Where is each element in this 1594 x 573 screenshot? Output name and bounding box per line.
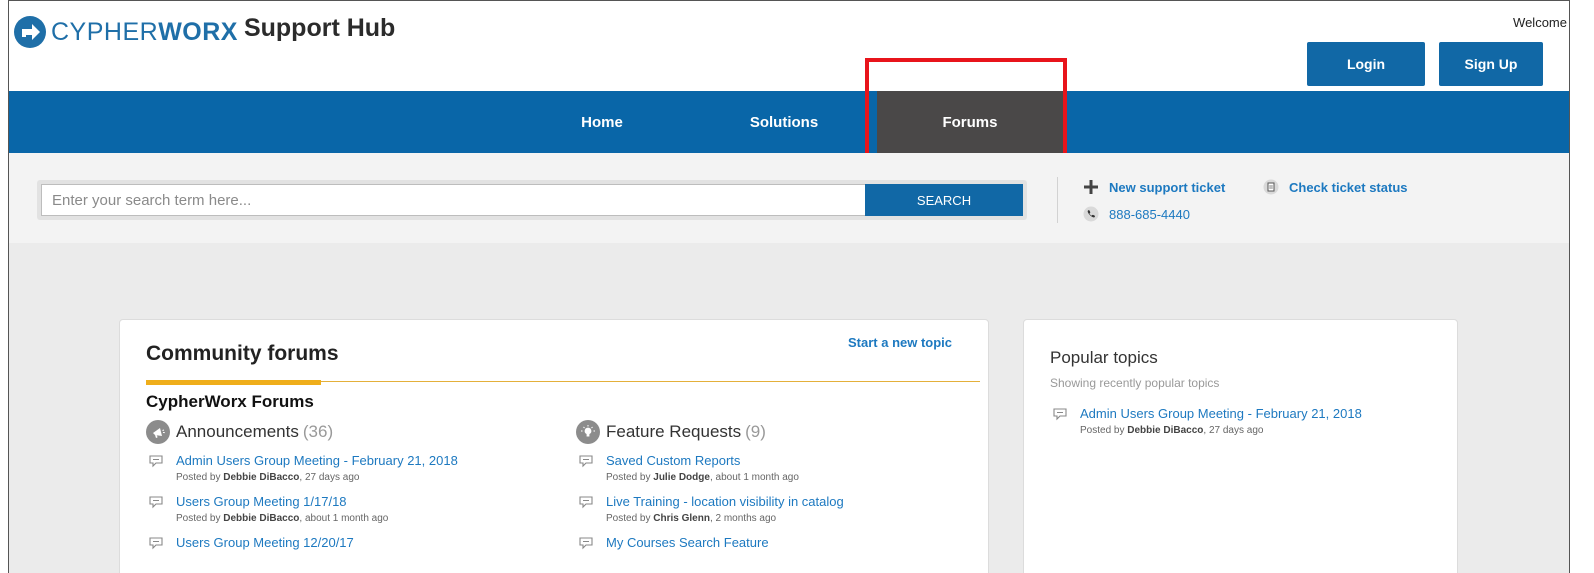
- topic-author: Chris Glenn: [653, 513, 710, 524]
- topic-item: Live Training - location visibility in c…: [576, 494, 976, 526]
- logo[interactable]: CYPHERWORX Support Hub: [13, 13, 396, 49]
- topic-link[interactable]: Admin Users Group Meeting - February 21,…: [176, 453, 546, 469]
- brand-hub: Support Hub: [243, 13, 396, 42]
- comment-icon: [579, 496, 593, 509]
- topic-meta: Posted by Chris Glenn, 2 months ago: [606, 513, 777, 524]
- topic-item: Users Group Meeting 1/17/18 Posted by De…: [146, 494, 546, 526]
- search-band: SEARCH New support ticket Check ticket s…: [9, 153, 1569, 243]
- topic-item: Users Group Meeting 12/20/17: [146, 535, 546, 551]
- plus-icon: [1083, 179, 1099, 195]
- topic-meta: Posted by Debbie DiBacco, about 1 month …: [176, 513, 389, 524]
- search-input[interactable]: [41, 184, 867, 216]
- topic-meta: Posted by Debbie DiBacco, 27 days ago: [176, 472, 360, 483]
- popular-topics-title: Popular topics: [1050, 348, 1158, 367]
- topic-link[interactable]: Live Training - location visibility in c…: [606, 494, 976, 510]
- topic-author: Debbie DiBacco: [1127, 425, 1204, 436]
- cypherworx-logo-icon: [14, 16, 46, 48]
- feature-requests-column: Feature Requests (9) Saved Custom Report…: [576, 420, 976, 551]
- feature-requests-heading[interactable]: Feature Requests (9): [576, 420, 976, 444]
- new-support-ticket-link[interactable]: New support ticket: [1083, 179, 1225, 195]
- topic-link[interactable]: My Courses Search Feature: [606, 535, 976, 551]
- megaphone-icon: [146, 420, 170, 444]
- announcements-heading[interactable]: Announcements (36): [146, 420, 546, 444]
- phone-number[interactable]: 888-685-4440: [1083, 206, 1190, 222]
- comment-icon: [149, 537, 163, 550]
- brand-name: CYPHERWORX: [51, 17, 238, 46]
- topic-meta: Posted by Debbie DiBacco, 27 days ago: [1080, 425, 1264, 436]
- forum-category-title: CypherWorx Forums: [146, 392, 314, 411]
- check-status-label: Check ticket status: [1289, 179, 1408, 195]
- start-new-topic-link[interactable]: Start a new topic: [848, 335, 988, 350]
- announcements-count: (36): [302, 422, 334, 441]
- page-frame: CYPHERWORX Support Hub Welcome Login Sig…: [8, 0, 1570, 573]
- login-button[interactable]: Login: [1307, 42, 1425, 86]
- main-nav: Home Solutions Forums: [9, 91, 1569, 153]
- popular-topic-item: Admin Users Group Meeting - February 21,…: [1050, 406, 1450, 438]
- topic-link[interactable]: Users Group Meeting 12/20/17: [176, 535, 546, 551]
- search-bar: SEARCH: [37, 180, 1027, 220]
- community-forums-title: Community forums: [146, 342, 339, 365]
- community-forums-card: Community forums Start a new topic Cyphe…: [119, 319, 989, 573]
- topic-link[interactable]: Users Group Meeting 1/17/18: [176, 494, 546, 510]
- signup-button[interactable]: Sign Up: [1439, 42, 1543, 86]
- topic-link[interactable]: Saved Custom Reports: [606, 453, 976, 469]
- comment-icon: [149, 455, 163, 468]
- topic-item: My Courses Search Feature: [576, 535, 976, 551]
- topic-author: Debbie DiBacco: [223, 513, 300, 524]
- divider: [1057, 177, 1058, 223]
- search-button[interactable]: SEARCH: [865, 184, 1023, 216]
- feature-requests-label: Feature Requests: [606, 422, 742, 441]
- topic-author: Debbie DiBacco: [223, 472, 300, 483]
- section-accent-bar: [146, 380, 321, 385]
- nav-item-home[interactable]: Home: [547, 91, 657, 153]
- topic-item: Saved Custom Reports Posted by Julie Dod…: [576, 453, 976, 485]
- comment-icon: [149, 496, 163, 509]
- top-header: CYPHERWORX Support Hub Welcome Login Sig…: [9, 1, 1569, 91]
- topic-link[interactable]: Admin Users Group Meeting - February 21,…: [1080, 406, 1450, 422]
- popular-topics-card: Popular topics Showing recently popular …: [1023, 319, 1458, 573]
- check-ticket-status-link[interactable]: Check ticket status: [1263, 179, 1408, 195]
- popular-topics-subtitle: Showing recently popular topics: [1050, 376, 1220, 390]
- new-ticket-label: New support ticket: [1109, 179, 1226, 195]
- topic-item: Admin Users Group Meeting - February 21,…: [146, 453, 546, 485]
- phone-icon: [1083, 206, 1099, 222]
- welcome-text: Welcome: [1513, 15, 1567, 30]
- phone-label: 888-685-4440: [1109, 206, 1190, 222]
- document-icon: [1263, 179, 1279, 195]
- comment-icon: [579, 537, 593, 550]
- nav-item-forums[interactable]: Forums: [877, 91, 1063, 153]
- nav-item-solutions[interactable]: Solutions: [719, 91, 849, 153]
- lightbulb-icon: [576, 420, 600, 444]
- announcements-column: Announcements (36) Admin Users Group Mee…: [146, 420, 546, 551]
- comment-icon: [1053, 408, 1067, 421]
- popular-topics-list: Admin Users Group Meeting - February 21,…: [1050, 396, 1450, 438]
- topic-author: Julie Dodge: [653, 472, 710, 483]
- topic-meta: Posted by Julie Dodge, about 1 month ago: [606, 472, 799, 483]
- comment-icon: [579, 455, 593, 468]
- announcements-label: Announcements: [176, 422, 299, 441]
- feature-requests-count: (9): [745, 422, 766, 441]
